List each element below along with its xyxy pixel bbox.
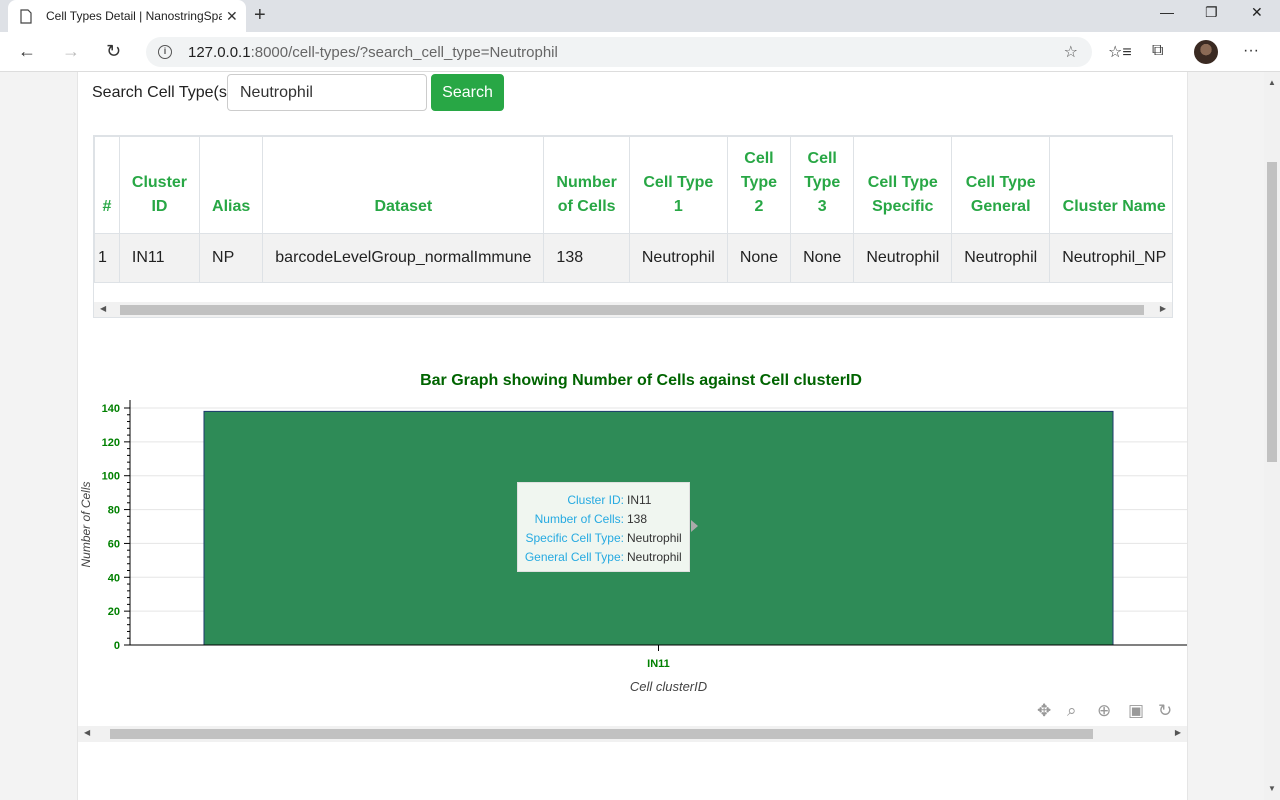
page-viewport: Search Cell Type(s): Search # Cluster ID… (0, 72, 1264, 800)
y-tick-label: 20 (108, 606, 120, 618)
y-axis-label: Number of Cells (79, 481, 93, 567)
scrollbar-thumb[interactable] (120, 305, 1144, 315)
table-cell: IN11 (118, 233, 201, 283)
column-header: # (94, 136, 120, 234)
y-tick-label: 0 (114, 640, 120, 652)
table-cell: None (790, 233, 855, 283)
minimize-icon[interactable]: — (1160, 4, 1174, 20)
column-header: Cell Type 3 (790, 136, 855, 234)
search-button[interactable]: Search (431, 74, 504, 111)
y-tick-label: 40 (108, 572, 120, 584)
y-tick-label: 100 (102, 471, 120, 483)
close-tab-icon[interactable]: ✕ (226, 8, 238, 25)
results-table-container: # Cluster ID Alias Dataset Number of Cel… (93, 135, 1173, 318)
page-icon (20, 8, 32, 24)
table-cell: barcodeLevelGroup_normalImmune (262, 233, 545, 283)
tooltip-pointer (691, 520, 698, 532)
reset-icon[interactable]: ↻ (1158, 701, 1172, 721)
content-container: Search Cell Type(s): Search # Cluster ID… (77, 72, 1188, 800)
info-icon[interactable]: i (158, 45, 172, 59)
table-cell: 1 (94, 233, 120, 283)
x-tick-label: IN11 (647, 658, 670, 670)
scroll-right-icon[interactable]: ▶ (1160, 304, 1166, 313)
column-header: Cluster Name (1049, 136, 1172, 234)
scroll-up-icon[interactable]: ▲ (1268, 78, 1276, 87)
chart-horizontal-scrollbar[interactable]: ◀ ▶ (78, 726, 1187, 742)
search-label: Search Cell Type(s): (92, 84, 237, 101)
url-text: 127.0.0.1:8000/cell-types/?search_cell_t… (188, 43, 558, 61)
scroll-down-icon[interactable]: ▼ (1268, 784, 1276, 793)
collections-icon[interactable]: ⧉ (1152, 42, 1163, 60)
tooltip-row: Cluster ID: IN11 (567, 493, 652, 507)
favorite-star-icon[interactable]: ☆ (1064, 42, 1078, 62)
more-menu-icon[interactable]: ··· (1243, 42, 1259, 60)
table-cell: Neutrophil (853, 233, 953, 283)
page-vertical-scrollbar[interactable]: ▲ ▼ (1264, 72, 1280, 800)
tooltip-row: Number of Cells: 138 (534, 512, 648, 526)
table-cell: NP (199, 233, 264, 283)
column-header: Cell Type 1 (628, 136, 728, 234)
table-header-row: # Cluster ID Alias Dataset Number of Cel… (94, 136, 1172, 234)
column-header: Cell Type Specific (853, 136, 953, 234)
pan-icon[interactable]: ✥ (1037, 701, 1051, 721)
column-header: Cell Type General (951, 136, 1051, 234)
column-header: Cluster ID (118, 136, 201, 234)
tooltip-row: Specific Cell Type: Neutrophil (525, 531, 682, 545)
favorites-icon[interactable]: ☆≡ (1108, 42, 1132, 62)
scrollbar-thumb[interactable] (1267, 162, 1277, 462)
scrollbar-thumb[interactable] (110, 729, 1093, 739)
table-cell: None (726, 233, 792, 283)
table-cell: Neutrophil (951, 233, 1051, 283)
browser-tab[interactable]: Cell Types Detail | NanostringSpa ✕ (8, 0, 246, 32)
column-header: Dataset (262, 136, 545, 234)
y-tick-label: 140 (102, 403, 120, 415)
box-zoom-icon[interactable]: ⌕ (1067, 701, 1077, 721)
restore-icon[interactable]: ❐ (1205, 4, 1218, 21)
close-window-icon[interactable]: ✕ (1251, 4, 1263, 21)
y-tick-label: 60 (108, 538, 120, 550)
address-bar: ← → ↻ i 127.0.0.1:8000/cell-types/?searc… (0, 32, 1280, 72)
wheel-zoom-icon[interactable]: ⊕ (1097, 701, 1111, 721)
table-cell: 138 (543, 233, 630, 283)
column-header: Number of Cells (543, 136, 630, 234)
x-axis-label: Cell clusterID (630, 679, 707, 692)
scroll-left-icon[interactable]: ◀ (100, 304, 106, 313)
chart-tooltip: Cluster ID: IN11 Number of Cells: 138 Spec… (517, 482, 698, 572)
search-input[interactable] (227, 74, 427, 111)
column-header: Cell Type 2 (726, 136, 792, 234)
tab-title: Cell Types Detail | NanostringSpa (46, 9, 222, 23)
table-cell: Neutrophil_NP (1049, 233, 1172, 283)
forward-icon[interactable]: → (62, 40, 80, 62)
column-header: Alias (199, 136, 264, 234)
save-icon[interactable]: ▣ (1128, 701, 1144, 721)
scroll-left-icon[interactable]: ◀ (84, 728, 90, 737)
table-row: 1 IN11 NP barcodeLevelGroup_normalImmune… (94, 233, 1172, 283)
refresh-icon[interactable]: ↻ (106, 40, 121, 62)
back-icon[interactable]: ← (18, 40, 36, 62)
y-tick-label: 80 (108, 505, 120, 517)
scroll-right-icon[interactable]: ▶ (1175, 728, 1181, 737)
avatar[interactable] (1194, 40, 1218, 64)
url-field[interactable]: i 127.0.0.1:8000/cell-types/?search_cell… (146, 37, 1092, 67)
results-table: # Cluster ID Alias Dataset Number of Cel… (94, 136, 1172, 283)
browser-tab-bar: Cell Types Detail | NanostringSpa ✕ + — … (0, 0, 1280, 32)
chart-title: Bar Graph showing Number of Cells agains… (420, 372, 862, 389)
table-cell: Neutrophil (628, 233, 728, 283)
table-horizontal-scrollbar[interactable]: ◀ ▶ (94, 302, 1172, 317)
y-tick-label: 120 (102, 437, 120, 449)
new-tab-icon[interactable]: + (254, 4, 266, 26)
tooltip-row: General Cell Type: Neutrophil (524, 550, 682, 564)
